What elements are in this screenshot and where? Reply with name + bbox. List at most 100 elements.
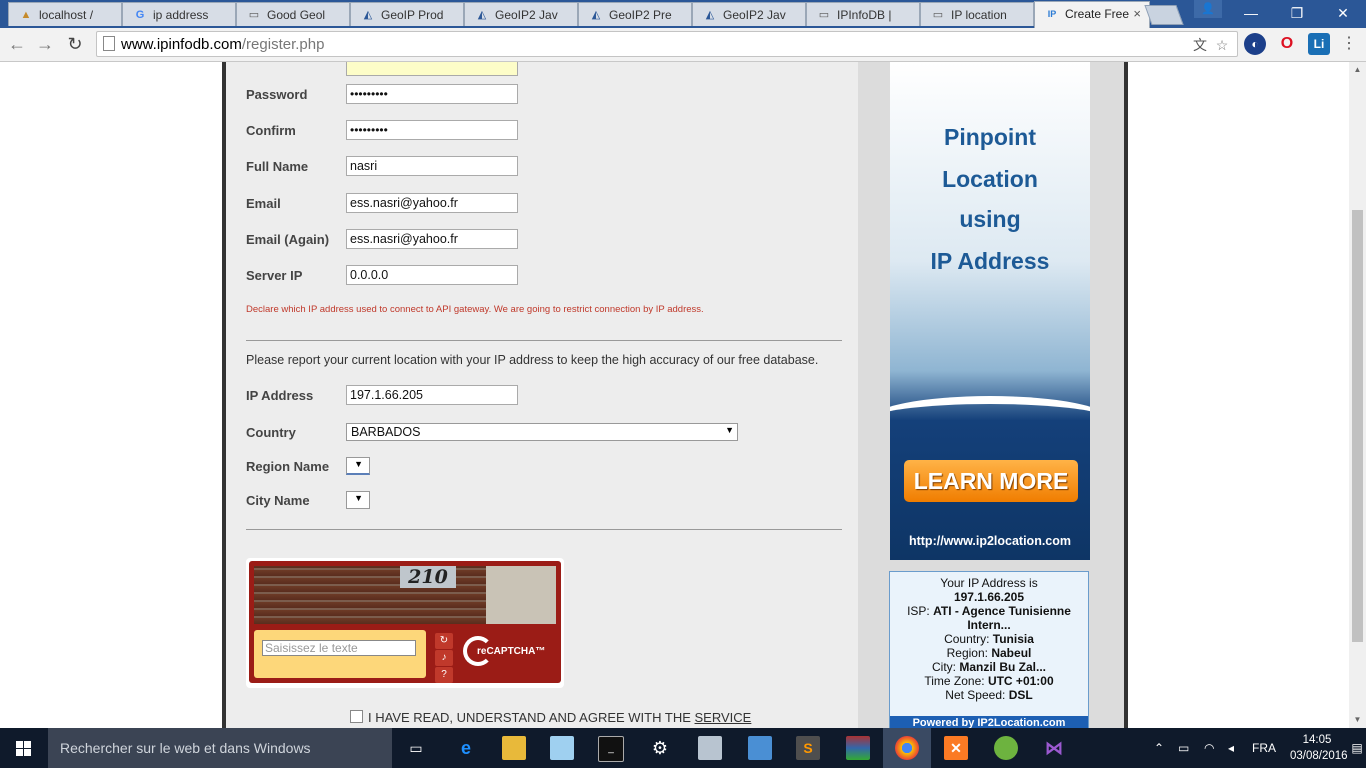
city-select[interactable]: ▼ [346, 491, 370, 509]
browser-toolbar: ← → ↻ www.ipinfodb.com/register.php 文 ☆ … [0, 28, 1366, 62]
tab-geoip-products[interactable]: ◭ GeoIP Prod [350, 2, 464, 26]
ip-address-field[interactable]: 197.1.66.205 [346, 385, 518, 405]
page-info-icon[interactable] [103, 36, 115, 51]
start-button[interactable] [0, 728, 48, 768]
new-tab-button[interactable] [1144, 5, 1184, 25]
ip2location-ad[interactable]: Pinpoint Location using IP Address LEARN… [890, 62, 1090, 560]
region-select[interactable]: ▼ [346, 457, 370, 475]
fullname-field[interactable]: nasri [346, 156, 518, 176]
refresh-captcha-icon[interactable]: ↻ [435, 633, 453, 649]
recaptcha-widget: 210 Saisissez le texte ↻ ♪ ? reCAPTCHA™ [246, 558, 564, 688]
extension-earth-icon[interactable]: ◐ [1244, 33, 1266, 55]
scroll-up-icon[interactable]: ▲ [1349, 62, 1366, 78]
reload-button[interactable]: ↻ [64, 33, 86, 55]
captcha-input[interactable]: Saisissez le texte [262, 640, 416, 656]
battery-icon[interactable]: ▭ [1178, 728, 1189, 768]
ad-line-4: IP Address [930, 248, 1050, 274]
confirm-password-field[interactable]: ••••••••• [346, 120, 518, 140]
country-select[interactable]: BARBADOS ▼ [346, 423, 738, 441]
email-label: Email [246, 196, 281, 211]
tab-geoip2-java[interactable]: ◭ GeoIP2 Jav [464, 2, 578, 26]
edge-icon[interactable]: e [454, 736, 478, 760]
tray-chevron-icon[interactable]: ⌃ [1154, 728, 1164, 768]
tab-localhost[interactable]: ▲ localhost / [8, 2, 122, 26]
country-info-label: Country: [944, 632, 990, 646]
opera-icon[interactable]: O [1276, 33, 1298, 55]
tab-strip: ▲ localhost / G ip address ▭ Good Geol ◭… [0, 0, 1366, 28]
tab-geoip2-precision[interactable]: ◭ GeoIP2 Pre [578, 2, 692, 26]
country-info-value: Tunisia [992, 632, 1034, 646]
ip-info-box: Your IP Address is 197.1.66.205 ISP: ATI… [889, 571, 1089, 728]
winrar-icon[interactable] [846, 736, 870, 760]
learn-more-button[interactable]: LEARN MORE [904, 460, 1078, 502]
tab-ipinfodb[interactable]: ▭ IPInfoDB | [806, 2, 920, 26]
xampp-icon[interactable]: ✕ [944, 736, 968, 760]
minimize-button[interactable]: — [1228, 0, 1274, 28]
chrome-icon[interactable] [895, 736, 919, 760]
clock-time: 14:05 [1302, 734, 1332, 746]
volume-icon[interactable]: ◂ [1228, 728, 1234, 768]
task-view-icon[interactable]: ▭ [404, 736, 428, 760]
powered-by-link[interactable]: Powered by IP2Location.com [890, 716, 1088, 728]
url-text: www.ipinfodb.com/register.php [121, 36, 325, 53]
ad-url[interactable]: http://www.ip2location.com [890, 534, 1090, 548]
dropdown-arrow-icon: ▼ [354, 459, 363, 469]
spring-icon[interactable] [994, 736, 1018, 760]
notifications-icon[interactable]: ▤ [1348, 728, 1366, 768]
email-field[interactable]: ess.nasri@yahoo.fr [346, 193, 518, 213]
agree-checkbox[interactable] [350, 710, 363, 723]
scanner-icon[interactable] [698, 736, 722, 760]
star-icon[interactable]: ☆ [1213, 36, 1231, 54]
password-label: Password [246, 87, 308, 102]
sublime-icon[interactable]: S [796, 736, 820, 760]
tab-title: Create Free [1065, 7, 1130, 21]
audio-captcha-icon[interactable]: ♪ [435, 650, 453, 666]
terms-agreement: I HAVE READ, UNDERSTAND AND AGREE WITH T… [350, 710, 751, 725]
username-field[interactable] [346, 62, 518, 76]
windows-taskbar: Rechercher sur le web et dans Windows ▭ … [0, 728, 1366, 768]
taskbar-search[interactable]: Rechercher sur le web et dans Windows [48, 728, 392, 768]
close-tab-icon[interactable]: × [1133, 6, 1141, 21]
close-window-button[interactable]: ✕ [1320, 0, 1366, 28]
tab-create-free[interactable]: IP Create Free × [1034, 1, 1150, 28]
language-indicator[interactable]: FRA [1252, 728, 1276, 768]
isp-value: ATI - Agence Tunisienne [933, 604, 1071, 618]
forward-button[interactable]: → [34, 33, 56, 55]
tab-geoip2-java-2[interactable]: ◭ GeoIP2 Jav [692, 2, 806, 26]
country-label: Country [246, 425, 296, 440]
menu-icon[interactable]: ⋮ [1338, 33, 1360, 55]
password-field[interactable]: ••••••••• [346, 84, 518, 104]
remote-desktop-icon[interactable] [748, 736, 772, 760]
service-link[interactable]: SERVICE [695, 710, 752, 725]
email-again-field[interactable]: ess.nasri@yahoo.fr [346, 229, 518, 249]
translate-icon[interactable]: 文 [1191, 36, 1209, 54]
help-captcha-icon[interactable]: ? [435, 667, 453, 683]
ip-address-label: IP Address [246, 388, 314, 403]
fullname-label: Full Name [246, 159, 309, 174]
back-button[interactable]: ← [6, 33, 28, 55]
file-explorer-icon[interactable] [502, 736, 526, 760]
visual-studio-icon[interactable]: ⋈ [1042, 736, 1066, 760]
notepad-icon[interactable] [550, 736, 574, 760]
restore-button[interactable]: ❐ [1274, 0, 1320, 28]
scroll-thumb[interactable] [1352, 210, 1363, 642]
cmd-icon[interactable]: _ [598, 736, 624, 762]
linkedin-icon[interactable]: Li [1308, 33, 1330, 55]
user-profile-icon[interactable]: 👤 [1194, 0, 1222, 18]
address-bar[interactable]: www.ipinfodb.com/register.php 文 ☆ [96, 31, 1238, 57]
maxmind-icon: ◭ [705, 9, 715, 21]
tab-ip-address[interactable]: G ip address [122, 2, 236, 26]
page-scrollbar[interactable]: ▲ ▼ [1349, 62, 1366, 728]
confirm-label: Confirm [246, 123, 296, 138]
google-icon: G [135, 9, 145, 21]
sidebar: Pinpoint Location using IP Address LEARN… [858, 62, 1124, 728]
system-clock[interactable]: 14:05 03/08/2016 [1290, 732, 1348, 764]
page-icon: ▭ [818, 9, 830, 21]
wifi-icon[interactable]: ◠ [1204, 728, 1214, 768]
server-ip-field[interactable]: 0.0.0.0 [346, 265, 518, 285]
city-label: City Name [246, 493, 310, 508]
tab-ip-location[interactable]: ▭ IP location [920, 2, 1034, 26]
scroll-down-icon[interactable]: ▼ [1349, 712, 1366, 728]
settings-icon[interactable]: ⚙ [648, 736, 672, 760]
tab-good-geoip[interactable]: ▭ Good Geol [236, 2, 350, 26]
